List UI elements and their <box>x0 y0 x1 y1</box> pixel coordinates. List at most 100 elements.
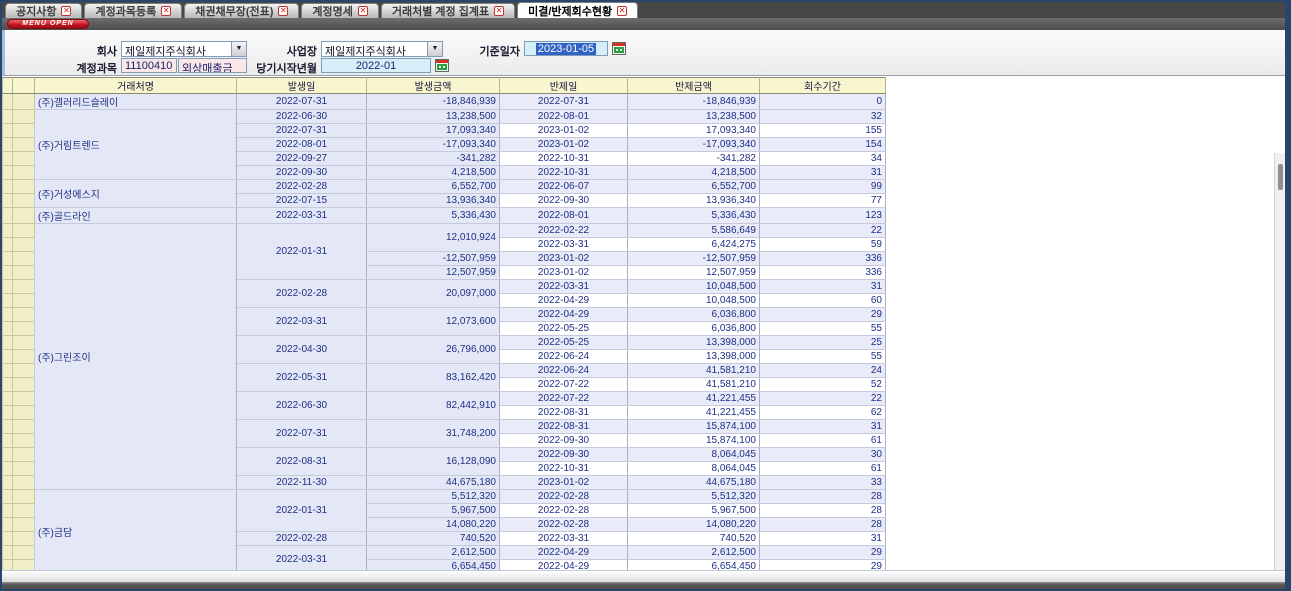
row-indicator[interactable] <box>3 504 13 518</box>
row-selector[interactable] <box>13 420 35 434</box>
row-selector[interactable] <box>13 194 35 208</box>
row-selector[interactable] <box>13 406 35 420</box>
row-indicator[interactable] <box>3 308 13 322</box>
row-selector[interactable] <box>13 504 35 518</box>
account-code-input[interactable]: 11100410 <box>121 58 177 73</box>
occur-amount-cell: 5,512,320 <box>367 490 500 504</box>
row-selector[interactable] <box>13 224 35 238</box>
row-indicator[interactable] <box>3 124 13 138</box>
row-indicator[interactable] <box>3 518 13 532</box>
collect-days-cell: 0 <box>760 94 886 110</box>
settle-date-cell: 2022-05-25 <box>500 322 628 336</box>
row-selector[interactable] <box>13 252 35 266</box>
row-indicator[interactable] <box>3 546 13 560</box>
row-indicator[interactable] <box>3 194 13 208</box>
row-selector[interactable] <box>13 532 35 546</box>
row-indicator[interactable] <box>3 350 13 364</box>
row-selector[interactable] <box>13 322 35 336</box>
row-selector[interactable] <box>13 180 35 194</box>
close-icon[interactable]: ✕ <box>494 6 504 16</box>
row-selector[interactable] <box>13 294 35 308</box>
row-indicator[interactable] <box>3 166 13 180</box>
row-selector[interactable] <box>13 378 35 392</box>
close-icon[interactable]: ✕ <box>278 6 288 16</box>
tab-notice[interactable]: 공지사항 ✕ <box>5 3 82 18</box>
scrollbar-thumb[interactable] <box>1278 164 1283 190</box>
row-selector[interactable] <box>13 280 35 294</box>
row-indicator[interactable] <box>3 94 13 110</box>
tab-open-settlement-status[interactable]: 미결/반제회수현황 ✕ <box>517 2 638 18</box>
row-selector[interactable] <box>13 546 35 560</box>
row-indicator[interactable] <box>3 392 13 406</box>
row-selector[interactable] <box>13 518 35 532</box>
close-icon[interactable]: ✕ <box>61 6 71 16</box>
row-selector[interactable] <box>13 308 35 322</box>
row-indicator[interactable] <box>3 378 13 392</box>
row-selector[interactable] <box>13 392 35 406</box>
row-selector[interactable] <box>13 152 35 166</box>
settle-date-cell: 2022-02-28 <box>500 504 628 518</box>
chevron-down-icon[interactable]: ▼ <box>427 42 442 56</box>
chevron-down-icon[interactable]: ▼ <box>231 42 246 56</box>
menu-open-button[interactable]: MENU OPEN <box>7 19 89 29</box>
vertical-scrollbar[interactable] <box>1274 153 1285 570</box>
row-indicator[interactable] <box>3 336 13 350</box>
close-icon[interactable]: ✕ <box>161 6 171 16</box>
row-selector[interactable] <box>13 448 35 462</box>
tab-vendor-summary[interactable]: 거래처별 계정 집계표 ✕ <box>381 3 515 18</box>
row-indicator[interactable] <box>3 152 13 166</box>
calendar-icon[interactable] <box>612 42 626 55</box>
calendar-icon[interactable] <box>435 59 449 72</box>
row-selector[interactable] <box>13 364 35 378</box>
menu-bar: MENU OPEN <box>2 18 1285 30</box>
base-date-input[interactable]: 2023-01-05 <box>524 41 608 56</box>
row-indicator[interactable] <box>3 434 13 448</box>
row-selector[interactable] <box>13 462 35 476</box>
row-indicator[interactable] <box>3 490 13 504</box>
site-select[interactable]: 제일제지주식회사 ▼ <box>321 41 443 57</box>
row-selector[interactable] <box>13 490 35 504</box>
row-indicator[interactable] <box>3 252 13 266</box>
row-selector[interactable] <box>13 266 35 280</box>
row-indicator[interactable] <box>3 238 13 252</box>
row-selector[interactable] <box>13 166 35 180</box>
tab-account-detail[interactable]: 계정명세 ✕ <box>301 3 378 18</box>
close-icon[interactable]: ✕ <box>617 6 627 16</box>
row-indicator[interactable] <box>3 462 13 476</box>
occur-date-cell: 2022-07-31 <box>237 94 367 110</box>
row-selector[interactable] <box>13 94 35 110</box>
collect-days-cell: 32 <box>760 110 886 124</box>
row-indicator[interactable] <box>3 110 13 124</box>
close-icon[interactable]: ✕ <box>358 6 368 16</box>
row-indicator[interactable] <box>3 476 13 490</box>
row-indicator[interactable] <box>3 138 13 152</box>
row-indicator[interactable] <box>3 180 13 194</box>
row-selector[interactable] <box>13 434 35 448</box>
row-indicator[interactable] <box>3 280 13 294</box>
row-indicator[interactable] <box>3 322 13 336</box>
row-selector[interactable] <box>13 560 35 571</box>
row-selector[interactable] <box>13 238 35 252</box>
row-indicator[interactable] <box>3 532 13 546</box>
row-indicator[interactable] <box>3 208 13 224</box>
row-indicator[interactable] <box>3 266 13 280</box>
row-selector[interactable] <box>13 124 35 138</box>
start-month-input[interactable]: 2022-01 <box>321 58 431 73</box>
row-indicator[interactable] <box>3 294 13 308</box>
row-indicator[interactable] <box>3 364 13 378</box>
row-selector[interactable] <box>13 208 35 224</box>
row-selector[interactable] <box>13 138 35 152</box>
row-indicator[interactable] <box>3 448 13 462</box>
occur-date-cell: 2022-08-01 <box>237 138 367 152</box>
row-indicator[interactable] <box>3 560 13 571</box>
row-indicator[interactable] <box>3 224 13 238</box>
row-indicator[interactable] <box>3 406 13 420</box>
row-selector[interactable] <box>13 336 35 350</box>
company-select[interactable]: 제일제지주식회사 ▼ <box>121 41 247 57</box>
row-selector[interactable] <box>13 350 35 364</box>
row-indicator[interactable] <box>3 420 13 434</box>
tab-account-register[interactable]: 계정과목등록 ✕ <box>84 3 182 18</box>
row-selector[interactable] <box>13 476 35 490</box>
tab-receivable-ledger[interactable]: 채권채무장(전표) ✕ <box>184 3 299 18</box>
row-selector[interactable] <box>13 110 35 124</box>
